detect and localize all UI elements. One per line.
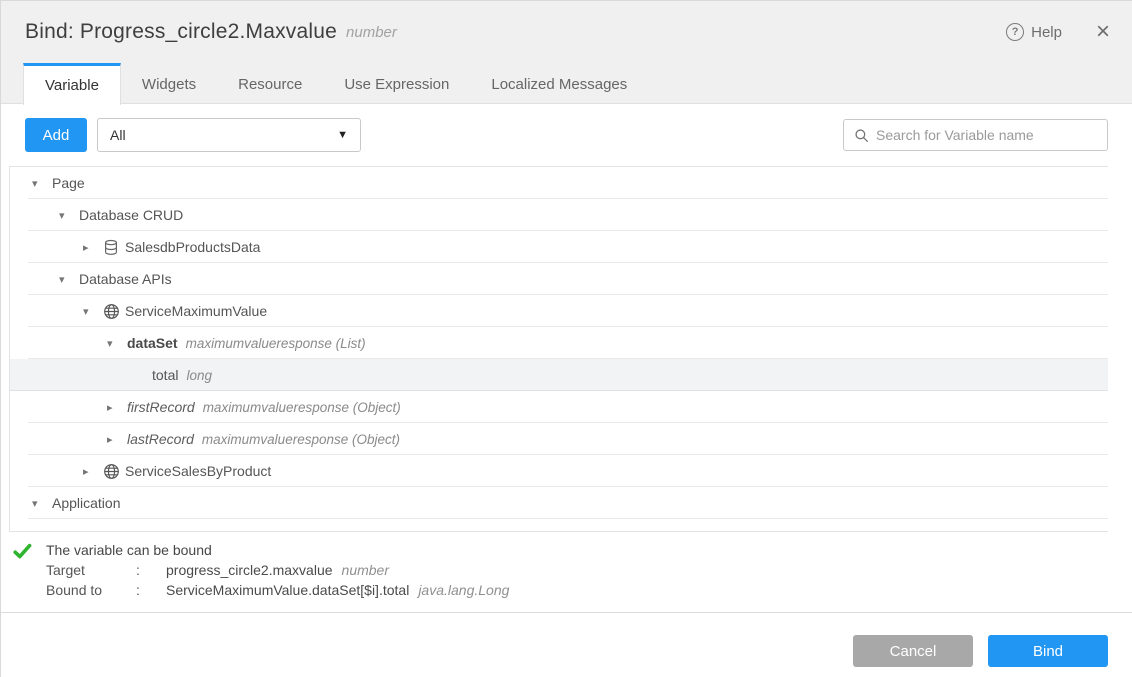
caret-right-icon[interactable]: ▸ xyxy=(107,433,127,446)
web-service-icon xyxy=(103,303,125,320)
dialog-footer: Cancel Bind xyxy=(1,613,1132,667)
caret-down-icon[interactable]: ▾ xyxy=(59,273,79,286)
cancel-button[interactable]: Cancel xyxy=(853,635,973,667)
search-input[interactable] xyxy=(876,127,1097,143)
tree-node-label: Database APIs xyxy=(79,271,172,287)
tab-widgets[interactable]: Widgets xyxy=(121,63,217,103)
bind-button[interactable]: Bind xyxy=(988,635,1108,667)
status-target-row: Target : progress_circle2.maxvalue numbe… xyxy=(46,560,509,580)
success-check-icon xyxy=(13,540,46,600)
tree-node-label: Page xyxy=(52,175,85,191)
status-boundto-value: ServiceMaximumValue.dataSet[$i].total xyxy=(166,580,409,600)
variable-toolbar: Add All ▼ xyxy=(1,104,1132,166)
tree-row-page[interactable]: ▾ Page xyxy=(10,167,1108,199)
tree-node-label: SalesdbProductsData xyxy=(125,239,260,255)
filter-selected-value: All xyxy=(110,127,126,143)
tree-node-type: maximumvalueresponse (List) xyxy=(186,336,366,351)
tree-row-servicesalesbyproduct[interactable]: ▸ ServiceSalesByProduct xyxy=(10,455,1108,487)
caret-right-icon[interactable]: ▸ xyxy=(107,401,127,414)
variable-filter-select[interactable]: All ▼ xyxy=(97,118,361,152)
search-icon xyxy=(854,128,869,143)
tree-node-label: firstRecord xyxy=(127,399,195,415)
bind-status-panel: The variable can be bound Target : progr… xyxy=(1,532,1132,613)
tree-row-lastrecord[interactable]: ▸ lastRecord maximumvalueresponse (Objec… xyxy=(10,423,1108,455)
caret-down-icon[interactable]: ▾ xyxy=(32,177,52,190)
status-boundto-type: java.lang.Long xyxy=(418,580,509,600)
bind-dialog: Bind: Progress_circle2.Maxvalue number ?… xyxy=(0,0,1132,677)
status-target-type: number xyxy=(342,560,389,580)
caret-down-icon[interactable]: ▾ xyxy=(32,497,52,510)
search-box xyxy=(843,119,1108,151)
tree-row-dataset[interactable]: ▾ dataSet maximumvalueresponse (List) xyxy=(10,327,1108,359)
status-target-label: Target xyxy=(46,560,136,580)
tree-row-servicemaximumvalue[interactable]: ▾ ServiceMaximumValue xyxy=(10,295,1108,327)
caret-right-icon[interactable]: ▸ xyxy=(83,241,103,254)
web-service-icon xyxy=(103,463,125,480)
tree-node-type: long xyxy=(186,368,212,383)
tree-row-total-selected[interactable]: total long xyxy=(10,359,1108,391)
dialog-title-type-hint: number xyxy=(346,24,397,41)
dropdown-arrow-icon: ▼ xyxy=(337,129,348,141)
tree-node-label: total xyxy=(152,367,178,383)
help-icon: ? xyxy=(1006,23,1024,41)
add-button[interactable]: Add xyxy=(25,118,87,152)
tab-variable[interactable]: Variable xyxy=(23,63,121,105)
caret-down-icon[interactable]: ▾ xyxy=(107,337,127,350)
tab-resource[interactable]: Resource xyxy=(217,63,323,103)
dialog-title: Bind: Progress_circle2.Maxvalue xyxy=(25,20,337,44)
tree-row-firstrecord[interactable]: ▸ firstRecord maximumvalueresponse (Obje… xyxy=(10,391,1108,423)
tree-node-label: Database CRUD xyxy=(79,207,183,223)
caret-right-icon[interactable]: ▸ xyxy=(83,465,103,478)
tree-row-salesdbproductsdata[interactable]: ▸ SalesdbProductsData xyxy=(10,231,1108,263)
tree-row-application[interactable]: ▾ Application xyxy=(10,487,1108,519)
status-boundto-label: Bound to xyxy=(46,580,136,600)
status-message: The variable can be bound xyxy=(46,540,212,560)
status-separator: : xyxy=(136,580,166,600)
help-button[interactable]: ? Help xyxy=(1006,23,1062,41)
database-icon xyxy=(103,239,125,256)
tree-row-database-apis[interactable]: ▾ Database APIs xyxy=(10,263,1108,295)
tree-node-label: ServiceMaximumValue xyxy=(125,303,267,319)
tree-node-label: dataSet xyxy=(127,335,178,351)
status-separator: : xyxy=(136,560,166,580)
tab-bar: Variable Widgets Resource Use Expression… xyxy=(1,63,1132,104)
caret-down-icon[interactable]: ▾ xyxy=(83,305,103,318)
status-target-value: progress_circle2.maxvalue xyxy=(166,560,333,580)
tab-use-expression[interactable]: Use Expression xyxy=(323,63,470,103)
tree-node-label: ServiceSalesByProduct xyxy=(125,463,271,479)
tree-node-label: lastRecord xyxy=(127,431,194,447)
dialog-header: Bind: Progress_circle2.Maxvalue number ?… xyxy=(1,1,1132,63)
help-label: Help xyxy=(1031,24,1062,41)
variable-tree: ▾ Page ▾ Database CRUD ▸ SalesdbProducts… xyxy=(9,166,1108,532)
tab-localized-messages[interactable]: Localized Messages xyxy=(470,63,648,103)
tree-row-database-crud[interactable]: ▾ Database CRUD xyxy=(10,199,1108,231)
status-boundto-row: Bound to : ServiceMaximumValue.dataSet[$… xyxy=(46,580,509,600)
tree-node-label: Application xyxy=(52,495,121,511)
tree-node-type: maximumvalueresponse (Object) xyxy=(202,432,400,447)
tree-node-type: maximumvalueresponse (Object) xyxy=(203,400,401,415)
caret-down-icon[interactable]: ▾ xyxy=(59,209,79,222)
close-icon[interactable]: × xyxy=(1096,20,1110,44)
